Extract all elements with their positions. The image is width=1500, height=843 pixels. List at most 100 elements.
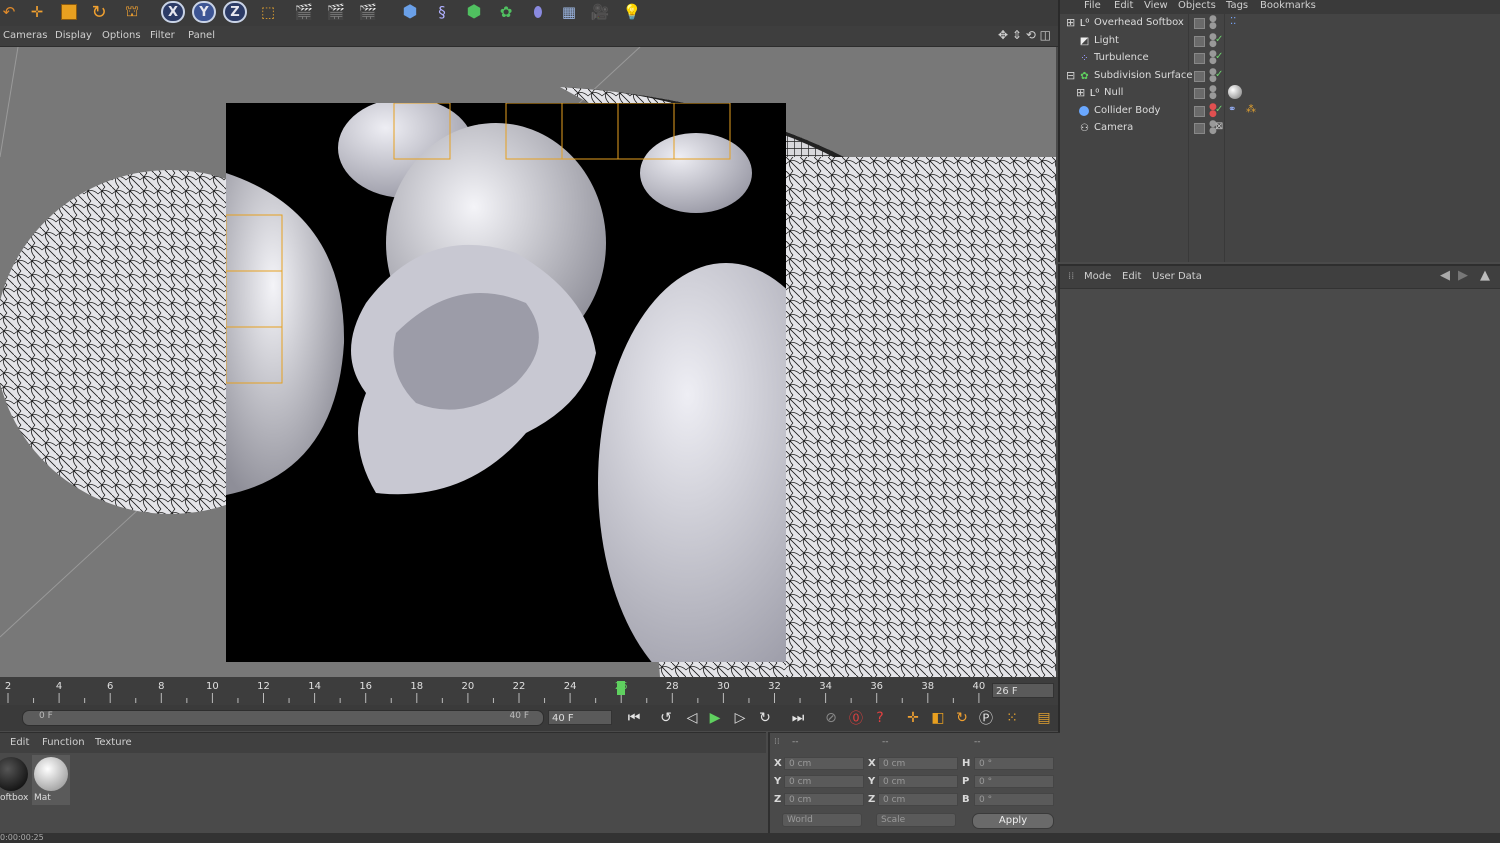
object-row[interactable]: ⚇ Camera ● ● ⊠ <box>1062 120 1500 137</box>
floor-icon[interactable]: ▦ <box>556 0 582 24</box>
dynamics-tag-icon[interactable]: ⚭ <box>1228 104 1236 115</box>
previous-frame-icon[interactable]: ◁ <box>682 708 702 728</box>
layer-icon[interactable] <box>1194 106 1205 117</box>
am-menu-mode[interactable]: Mode <box>1084 271 1111 282</box>
viewport-nav-icon[interactable]: ✥ ⇕ ⟲ ◫ <box>998 28 1051 42</box>
object-row[interactable]: ◩ Light ● ● ✓ <box>1062 33 1500 50</box>
om-menu-objects[interactable]: Objects <box>1178 0 1216 11</box>
enabled-check-icon[interactable]: ✓ <box>1215 51 1223 62</box>
record-rotation-icon[interactable]: ↻ <box>952 708 972 728</box>
apply-button[interactable]: Apply <box>972 813 1054 829</box>
spline-icon[interactable]: § <box>430 0 454 24</box>
deformer-icon[interactable]: ⬮ <box>526 0 550 24</box>
size-y-field[interactable]: 0 cm <box>878 775 958 788</box>
axis-x-button[interactable]: X <box>161 1 185 23</box>
size-x-field[interactable]: 0 cm <box>878 757 958 770</box>
record-point-level-icon[interactable]: ⁙ <box>1002 708 1022 728</box>
object-row[interactable]: ⊟ ✿ Subdivision Surface ● ● ✓ <box>1062 68 1500 85</box>
go-to-end-icon[interactable]: ⏭ <box>788 708 808 728</box>
record-scale-icon[interactable]: ◧ <box>928 708 948 728</box>
object-name[interactable]: Collider Body <box>1094 105 1160 116</box>
protection-tag-icon[interactable]: ⊠ <box>1215 121 1223 132</box>
frame-range-slider[interactable]: 0 F 40 F <box>22 710 544 726</box>
menu-display[interactable]: Display <box>55 30 92 41</box>
expand-toggle[interactable]: ⊞ <box>1066 16 1075 29</box>
end-frame-field[interactable]: 40 F <box>548 710 612 725</box>
mat-menu-function[interactable]: Function <box>42 737 85 748</box>
undo-icon[interactable]: ↶ <box>0 0 18 24</box>
object-row[interactable]: Collider Body ● ● ✓ ⚭ ⁂ <box>1062 103 1500 120</box>
cube-icon[interactable]: ⬢ <box>398 0 422 24</box>
layer-icon[interactable] <box>1194 88 1205 99</box>
autokey-icon[interactable]: ⓪ <box>846 708 866 728</box>
axis-z-button[interactable]: Z <box>223 1 247 23</box>
menu-cameras[interactable]: Cameras <box>3 30 47 41</box>
object-name[interactable]: Camera <box>1094 122 1133 133</box>
om-menu-tags[interactable]: Tags <box>1226 0 1248 11</box>
size-mode-dropdown[interactable]: Scale <box>876 813 956 827</box>
move-tool-icon[interactable]: ✛ <box>26 0 48 24</box>
coordinate-mode-dropdown[interactable]: World <box>782 813 862 827</box>
recent-tool-icon[interactable]: ⛫ <box>120 0 144 24</box>
enabled-check-icon[interactable]: ✓ <box>1215 34 1223 45</box>
render-settings-icon[interactable]: 🎬 <box>356 0 380 24</box>
layer-icon[interactable] <box>1194 123 1205 134</box>
scale-tool-icon[interactable] <box>58 0 80 24</box>
object-name[interactable]: Subdivision Surface <box>1094 70 1193 81</box>
pos-x-field[interactable]: 0 cm <box>784 757 864 770</box>
camera-toolbar-icon[interactable]: 🎥 <box>588 0 612 24</box>
om-menu-view[interactable]: View <box>1144 0 1168 11</box>
next-keyframe-icon[interactable]: ↻ <box>755 708 775 728</box>
record-parameter-icon[interactable]: Ⓟ <box>976 708 996 728</box>
timeline-ruler[interactable]: 246810121416182022242628303234363840 26 … <box>0 677 1058 705</box>
layer-icon[interactable] <box>1194 18 1205 29</box>
coordinate-system-icon[interactable]: ⬚ <box>256 0 280 24</box>
enabled-check-icon[interactable]: ✓ <box>1215 69 1223 80</box>
pos-z-field[interactable]: 0 cm <box>784 793 864 806</box>
3d-viewport[interactable] <box>0 47 1056 677</box>
axis-y-button[interactable]: Y <box>192 1 216 23</box>
record-keys-icon[interactable]: ⊘ <box>821 708 841 728</box>
mat-menu-texture[interactable]: Texture <box>95 737 132 748</box>
am-menu-user-data[interactable]: User Data <box>1152 271 1202 282</box>
expand-toggle[interactable]: ⊞ <box>1076 86 1085 99</box>
rotate-tool-icon[interactable]: ↻ <box>88 0 110 24</box>
layer-icon[interactable] <box>1194 53 1205 64</box>
current-frame-field[interactable]: 26 F <box>992 683 1054 698</box>
rot-h-field[interactable]: 0 ° <box>974 757 1054 770</box>
keyframe-selection-icon[interactable]: ? <box>870 708 890 728</box>
menu-options[interactable]: Options <box>102 30 141 41</box>
menu-panel[interactable]: Panel <box>188 30 215 41</box>
render-picture-viewer-icon[interactable]: 🎬 <box>324 0 348 24</box>
visibility-dots-icon[interactable]: ● ● <box>1209 15 1217 31</box>
object-name[interactable]: Turbulence <box>1094 52 1149 63</box>
layer-icon[interactable] <box>1194 36 1205 47</box>
size-z-field[interactable]: 0 cm <box>878 793 958 806</box>
array-icon[interactable]: ✿ <box>494 0 518 24</box>
visibility-dots-icon[interactable]: ● ● <box>1209 85 1217 101</box>
texture-tag-icon[interactable]: ⁂ <box>1246 104 1256 115</box>
timeline-settings-icon[interactable]: ▤ <box>1034 708 1054 728</box>
playhead[interactable] <box>617 681 625 695</box>
next-frame-icon[interactable]: ▷ <box>730 708 750 728</box>
tag-icon[interactable]: ⁚⁚ <box>1230 16 1236 27</box>
interactive-render-region[interactable] <box>226 103 786 662</box>
rot-b-field[interactable]: 0 ° <box>974 793 1054 806</box>
collapse-toggle[interactable]: ⊟ <box>1066 69 1075 82</box>
play-icon[interactable]: ▶ <box>705 708 725 728</box>
up-arrow-icon[interactable]: ▲ <box>1480 268 1490 283</box>
back-arrow-icon[interactable]: ◀ <box>1440 268 1450 283</box>
nurbs-icon[interactable]: ⬢ <box>462 0 486 24</box>
om-menu-edit[interactable]: Edit <box>1114 0 1133 11</box>
mat-menu-edit[interactable]: Edit <box>10 737 29 748</box>
layer-icon[interactable] <box>1194 71 1205 82</box>
forward-arrow-icon[interactable]: ▶ <box>1458 268 1468 283</box>
render-view-icon[interactable]: 🎬 <box>292 0 316 24</box>
om-menu-file[interactable]: File <box>1084 0 1101 11</box>
rot-p-field[interactable]: 0 ° <box>974 775 1054 788</box>
material-swatch[interactable]: oftbox <box>0 755 30 805</box>
go-to-start-icon[interactable]: ⏮ <box>624 708 644 728</box>
previous-keyframe-icon[interactable]: ↺ <box>656 708 676 728</box>
material-tag-icon[interactable] <box>1228 85 1242 99</box>
object-name[interactable]: Light <box>1094 35 1119 46</box>
